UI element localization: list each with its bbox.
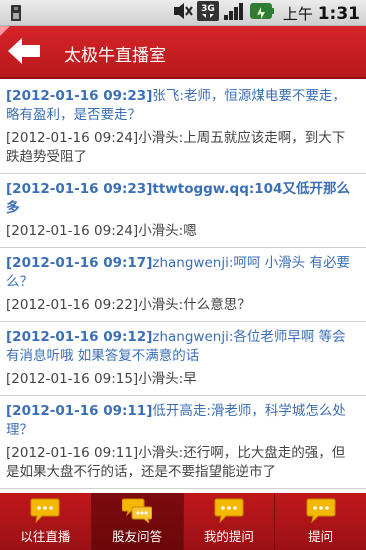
question-text: [2012-01-16 09:23]ttwtoggw.qq:104又低开那么多 — [6, 181, 350, 216]
page-title: 太极牛直播室 — [64, 46, 166, 66]
answer-text: [2012-01-16 09:15]小滑头:早 — [6, 371, 197, 387]
chat-bubble-icon — [30, 498, 60, 523]
list-item[interactable]: [2012-01-16 09:11]低开高走:滑老师，科学城怎么处理？ [201… — [0, 396, 366, 489]
title-bar: 太极牛直播室 — [0, 26, 366, 79]
list-item[interactable]: [2012-01-16 09:12]zhangwenji:各位老师早啊 等会有消… — [0, 322, 366, 396]
tab-label: 股友问答 — [112, 529, 163, 544]
3g-signal-icon: 3G — [196, 1, 219, 25]
tab-label: 我的提问 — [203, 529, 254, 544]
tab-past-live[interactable]: 以往直播 — [0, 493, 92, 550]
conversation-icon — [122, 498, 153, 523]
question-text: [2012-01-16 09:23]张飞:老师，恒源煤电要不要走，略有盈利，是否… — [6, 88, 346, 123]
chat-bubble-icon — [214, 498, 244, 523]
tab-stock-friends-qa[interactable]: 股友问答 — [91, 493, 184, 550]
tab-label: 以往直播 — [20, 529, 71, 544]
back-button[interactable] — [6, 36, 46, 66]
bottom-tab-bar: 以往直播 股友问答 我的提问 提问 — [0, 493, 366, 550]
status-bar: 3G 上午 1:31 — [0, 0, 366, 26]
answer-text: [2012-01-16 09:24]小滑头:嗯 — [6, 223, 197, 239]
answer-text: [2012-01-16 09:22]小滑头:什么意思？ — [6, 297, 251, 313]
chat-bubble-icon — [306, 498, 336, 523]
status-time: 上午 1:31 — [282, 3, 360, 24]
list-item[interactable]: [2012-01-16 09:17]zhangwenji:呵呵 小滑头 有必要么… — [0, 248, 366, 322]
list-item[interactable]: [2012-01-16 09:23]ttwtoggw.qq:104又低开那么多 … — [0, 174, 366, 248]
message-list[interactable]: [2012-01-16 09:23]张飞:老师，恒源煤电要不要走，略有盈利，是否… — [0, 81, 366, 493]
signal-bars-icon — [223, 1, 245, 25]
answer-text: [2012-01-16 09:24]小滑头:上周五就应该走啊，到大下跌趋势受阻了 — [6, 130, 346, 165]
question-text: [2012-01-16 09:11]低开高走:滑老师，科学城怎么处理？ — [6, 403, 346, 438]
question-text: [2012-01-16 09:17]zhangwenji:呵呵 小滑头 有必要么… — [6, 255, 350, 290]
tab-my-questions[interactable]: 我的提问 — [184, 493, 276, 550]
question-text: [2012-01-16 09:12]zhangwenji:各位老师早啊 等会有消… — [6, 329, 346, 364]
tab-ask[interactable]: 提问 — [275, 493, 366, 550]
list-item[interactable]: [2012-01-16 09:23]张飞:老师，恒源煤电要不要走，略有盈利，是否… — [0, 81, 366, 174]
back-arrow-icon — [8, 38, 40, 64]
svg-text:3G: 3G — [201, 4, 215, 14]
mute-icon — [173, 1, 193, 25]
sim-card-icon — [8, 4, 24, 22]
tab-label: 提问 — [308, 529, 334, 544]
corner-decoration — [0, 26, 10, 36]
answer-text: [2012-01-16 09:11]小滑头:还行啊，比大盘走的强，但是如果大盘不… — [6, 445, 346, 480]
battery-icon — [249, 1, 275, 25]
